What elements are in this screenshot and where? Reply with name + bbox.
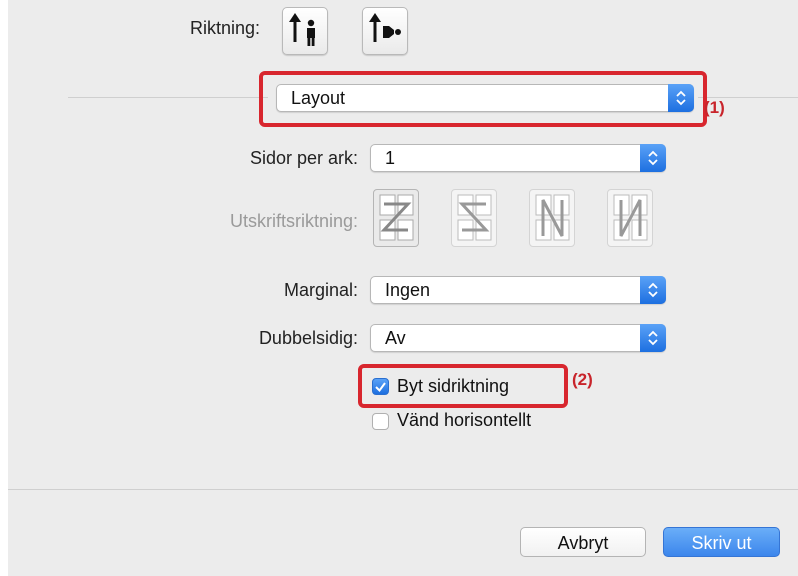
flip-horizontal-label: Vänd horisontellt bbox=[397, 410, 532, 430]
pages-per-sheet-select[interactable]: 1 bbox=[370, 144, 666, 172]
marker-2: (2) bbox=[572, 370, 593, 389]
print-direction-label: Utskriftsriktning: bbox=[229, 211, 358, 231]
portrait-icon bbox=[289, 13, 315, 46]
pages-per-sheet-label: Sidor per ark: bbox=[249, 148, 358, 168]
landscape-orientation-button[interactable] bbox=[362, 7, 408, 55]
margin-value: Ingen bbox=[385, 280, 431, 300]
marker-1: (1) bbox=[704, 98, 725, 117]
pages-per-sheet-stepper[interactable] bbox=[640, 144, 666, 172]
print-dialog-panel: Riktning: Layout (1) Sidor per ark: 1 Ut… bbox=[8, 0, 798, 576]
orientation-label: Riktning: bbox=[189, 18, 260, 38]
duplex-label: Dubbelsidig: bbox=[258, 328, 358, 348]
chevron-updown-icon bbox=[648, 150, 658, 166]
print-button[interactable]: Skriv ut bbox=[663, 527, 780, 557]
footer-divider bbox=[8, 489, 798, 490]
direction-reverse-n-icon bbox=[613, 194, 648, 241]
margin-label: Marginal: bbox=[283, 280, 358, 300]
duplex-stepper[interactable] bbox=[640, 324, 666, 352]
chevron-updown-icon bbox=[648, 282, 658, 298]
highlight-box-2 bbox=[358, 364, 568, 408]
flip-horizontal-checkbox[interactable] bbox=[372, 413, 389, 430]
direction-reverse-n-button[interactable] bbox=[607, 189, 653, 247]
margin-select[interactable]: Ingen bbox=[370, 276, 666, 304]
direction-reverse-z-icon bbox=[457, 194, 492, 241]
landscape-icon bbox=[369, 13, 401, 42]
chevron-updown-icon bbox=[648, 330, 658, 346]
duplex-select[interactable]: Av bbox=[370, 324, 666, 352]
direction-n-button[interactable] bbox=[529, 189, 575, 247]
cancel-button[interactable]: Avbryt bbox=[520, 527, 646, 557]
direction-z-icon bbox=[379, 194, 414, 241]
direction-reverse-z-button[interactable] bbox=[451, 189, 497, 247]
divider-left bbox=[68, 97, 268, 98]
highlight-box-1 bbox=[259, 71, 707, 127]
direction-z-button[interactable] bbox=[373, 189, 419, 247]
duplex-value: Av bbox=[385, 328, 406, 348]
direction-n-icon bbox=[535, 194, 570, 241]
portrait-orientation-button[interactable] bbox=[282, 7, 328, 55]
pages-per-sheet-value: 1 bbox=[385, 148, 396, 168]
margin-stepper[interactable] bbox=[640, 276, 666, 304]
